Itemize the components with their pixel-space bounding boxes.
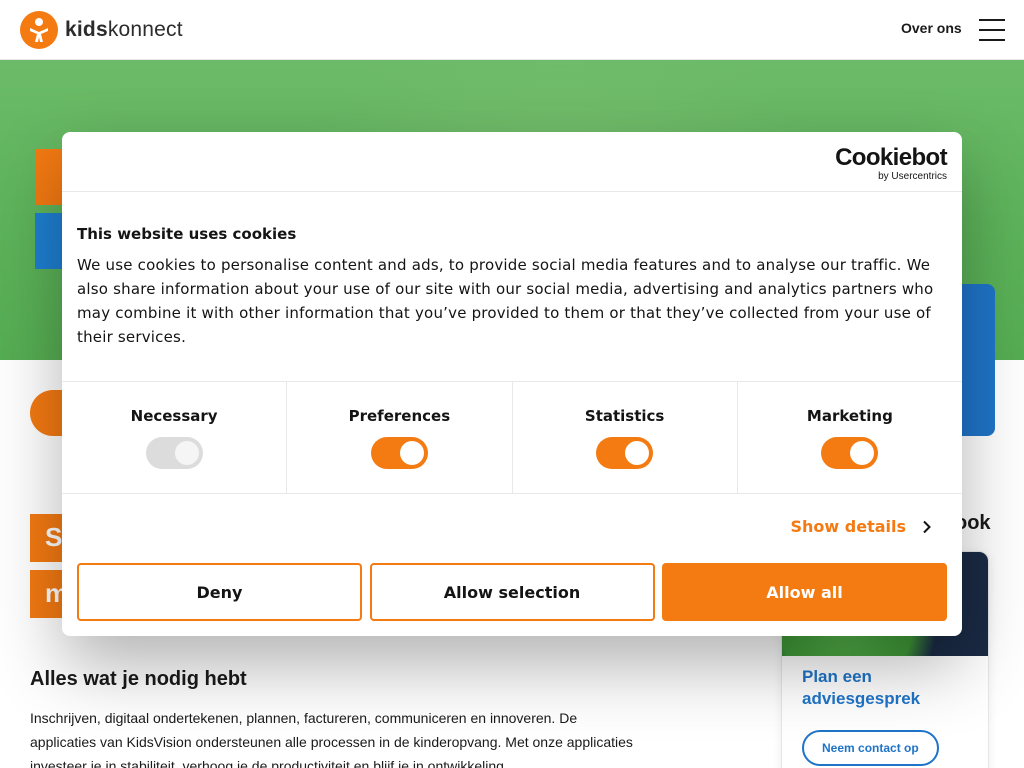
dialog-description: We use cookies to personalise content an… bbox=[77, 256, 934, 346]
dialog-header: Cookiebot by Usercentrics bbox=[62, 132, 962, 192]
category-label: Marketing bbox=[806, 407, 893, 425]
category-label: Statistics bbox=[584, 407, 665, 425]
cookiebot-brand: Cookiebot bbox=[835, 144, 948, 171]
show-details-link[interactable]: Show details bbox=[791, 517, 935, 536]
chevron-right-icon bbox=[923, 520, 931, 533]
category-label: Necessary bbox=[130, 407, 218, 425]
dialog-title: This website uses cookies bbox=[77, 225, 297, 243]
allow-all-button[interactable]: Allow all bbox=[662, 563, 947, 621]
category-label: Preferences bbox=[348, 407, 451, 425]
statistics-toggle[interactable] bbox=[596, 437, 654, 469]
dialog-body: This website uses cookies We use cookies… bbox=[62, 192, 962, 382]
necessary-toggle bbox=[145, 437, 203, 469]
category-necessary: Necessary bbox=[62, 382, 288, 493]
marketing-toggle[interactable] bbox=[821, 437, 879, 469]
consent-buttons: Deny Allow selection Allow all bbox=[77, 563, 947, 621]
cookie-category-toggles: Necessary Preferences Statistics Marketi… bbox=[62, 382, 962, 494]
category-statistics: Statistics bbox=[513, 382, 738, 493]
cookiebot-logo[interactable]: Cookiebot by Usercentrics bbox=[835, 144, 948, 183]
preferences-toggle[interactable] bbox=[370, 437, 428, 469]
cookie-consent-dialog: Cookiebot by Usercentrics This website u… bbox=[62, 132, 962, 636]
category-preferences: Preferences bbox=[287, 382, 513, 493]
cookiebot-brand-sub: by Usercentrics bbox=[878, 171, 947, 182]
details-row: Show details bbox=[62, 494, 962, 564]
deny-button[interactable]: Deny bbox=[77, 563, 362, 621]
category-marketing: Marketing bbox=[738, 382, 962, 493]
allow-selection-button[interactable]: Allow selection bbox=[369, 563, 655, 621]
show-details-label: Show details bbox=[790, 517, 907, 536]
